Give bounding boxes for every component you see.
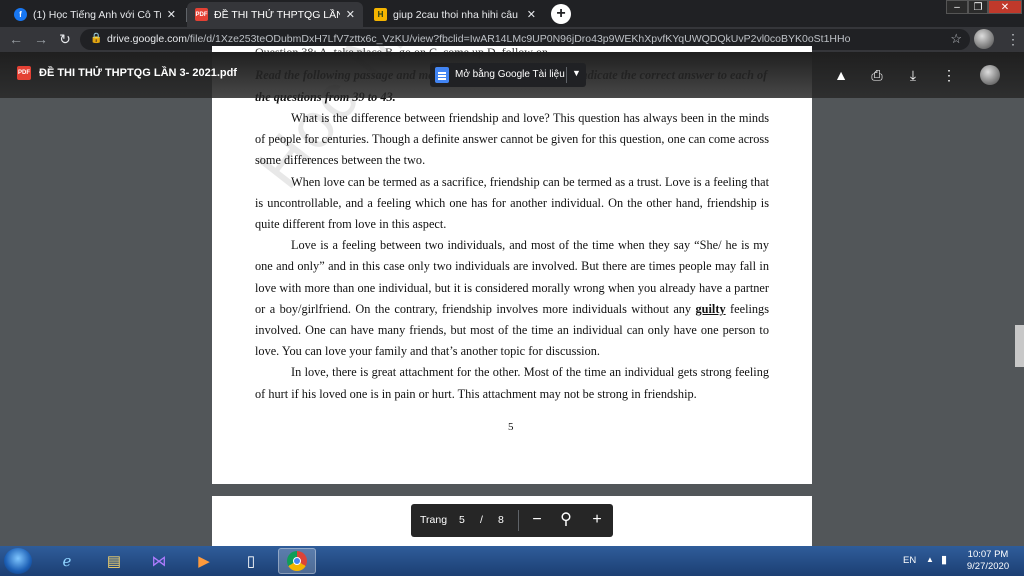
tab-title: giup 2cau thoi nha hihi câu hỏi 1 [393, 8, 521, 21]
network-icon[interactable]: ▮ [941, 553, 947, 566]
close-window-icon[interactable]: ✕ [988, 0, 1022, 14]
paragraph-2: When love can be termed as a sacrifice, … [255, 174, 769, 232]
account-avatar[interactable] [980, 65, 1000, 85]
scrollbar-thumb[interactable] [1015, 325, 1024, 367]
passage-body: What is the difference between friendshi… [255, 108, 769, 405]
current-page-input[interactable]: 5 [459, 514, 465, 526]
profile-avatar[interactable] [974, 29, 994, 49]
tab-close-icon[interactable]: ✕ [167, 8, 176, 21]
tab-pdf-active[interactable]: PDF ĐỀ THI THỬ THPTQG LẦN 3- 2021 ✕ [187, 2, 363, 27]
open-with-label: Mở bằng Google Tài liệu [455, 69, 565, 80]
zoom-out-icon[interactable]: − [527, 510, 547, 530]
browser-menu-icon[interactable]: ⋮ [1006, 29, 1020, 49]
tab-title: ĐỀ THI THỬ THPTQG LẦN 3- 2021 [214, 8, 340, 21]
clock-date: 9/27/2020 [966, 561, 1010, 572]
page-separator: / [480, 514, 483, 526]
pdf-file-icon: PDF [17, 66, 31, 80]
document-icon[interactable]: ▯ [232, 548, 270, 574]
download-icon[interactable]: ⤓ [904, 66, 922, 84]
tab-facebook[interactable]: f (1) Học Tiếng Anh với Cô Trang Anh ✕ [6, 2, 184, 27]
paragraph-3-part-a: Love is a feeling between two individual… [255, 238, 769, 316]
pdf-file-name: ĐỀ THI THỬ THPTQG LẦN 3- 2021.pdf [39, 67, 237, 79]
facebook-icon: f [14, 8, 27, 21]
back-icon[interactable]: ← [8, 31, 24, 47]
total-pages: 8 [498, 514, 504, 526]
tab-close-icon[interactable]: ✕ [346, 8, 355, 21]
bookmark-star-icon[interactable]: ☆ [950, 31, 962, 47]
paragraph-1: What is the difference between friendshi… [255, 111, 769, 168]
more-icon[interactable]: ⋮ [940, 66, 958, 84]
paragraph-4: In love, there is great attachment for t… [255, 365, 769, 401]
lock-icon: 🔒 [90, 33, 103, 44]
tray-expand-icon[interactable]: ▲ [926, 555, 934, 564]
start-button[interactable] [4, 548, 32, 574]
pdf-page: Hoc Mai Tr Question 38: A. take place B.… [212, 46, 812, 484]
file-explorer-icon[interactable]: ▤ [95, 548, 133, 574]
chevron-down-icon[interactable]: ▼ [572, 68, 581, 78]
new-tab-button[interactable]: + [551, 4, 571, 24]
print-icon[interactable]: ⎙ [868, 66, 886, 84]
reload-icon[interactable]: ↻ [57, 31, 73, 47]
open-with-google-docs-button[interactable]: Mở bằng Google Tài liệu ▼ [430, 63, 586, 87]
system-clock[interactable]: 10:07 PM 9/27/2020 [960, 549, 1016, 573]
internet-explorer-icon[interactable]: ℯ [48, 548, 86, 574]
tab-hoc24[interactable]: H giup 2cau thoi nha hihi câu hỏi 1 ✕ [366, 2, 544, 27]
forward-icon[interactable]: → [33, 31, 49, 47]
tab-close-icon[interactable]: ✕ [527, 8, 536, 21]
clock-time: 10:07 PM [967, 549, 1009, 560]
paragraph-3: Love is a feeling between two individual… [255, 235, 769, 362]
pdf-icon: PDF [195, 8, 208, 21]
visual-studio-icon[interactable]: ⋈ [140, 548, 178, 574]
divider [566, 67, 567, 83]
language-indicator[interactable]: EN [903, 555, 916, 566]
chrome-icon[interactable] [278, 548, 316, 574]
zoom-in-icon[interactable]: + [587, 510, 607, 530]
zoom-icon[interactable]: ⚲ [556, 510, 576, 530]
google-docs-icon [435, 67, 449, 83]
page-controls: Trang 5 / 8 − ⚲ + [411, 504, 613, 537]
underlined-word: guilty [695, 301, 726, 316]
chrome-logo [287, 551, 307, 571]
url-text: drive.google.com/file/d/1Xze253teODubmDx… [107, 33, 851, 45]
restore-icon[interactable]: ❐ [968, 0, 988, 14]
divider [518, 510, 519, 531]
hoc24-icon: H [374, 8, 387, 21]
add-to-drive-icon[interactable]: ▲ [832, 66, 850, 84]
media-player-icon[interactable]: ▶ [185, 548, 223, 574]
page-label: Trang [420, 514, 448, 526]
minimize-icon[interactable]: – [946, 0, 968, 14]
page-number: 5 [508, 421, 514, 433]
tab-title: (1) Học Tiếng Anh với Cô Trang Anh [33, 8, 161, 21]
